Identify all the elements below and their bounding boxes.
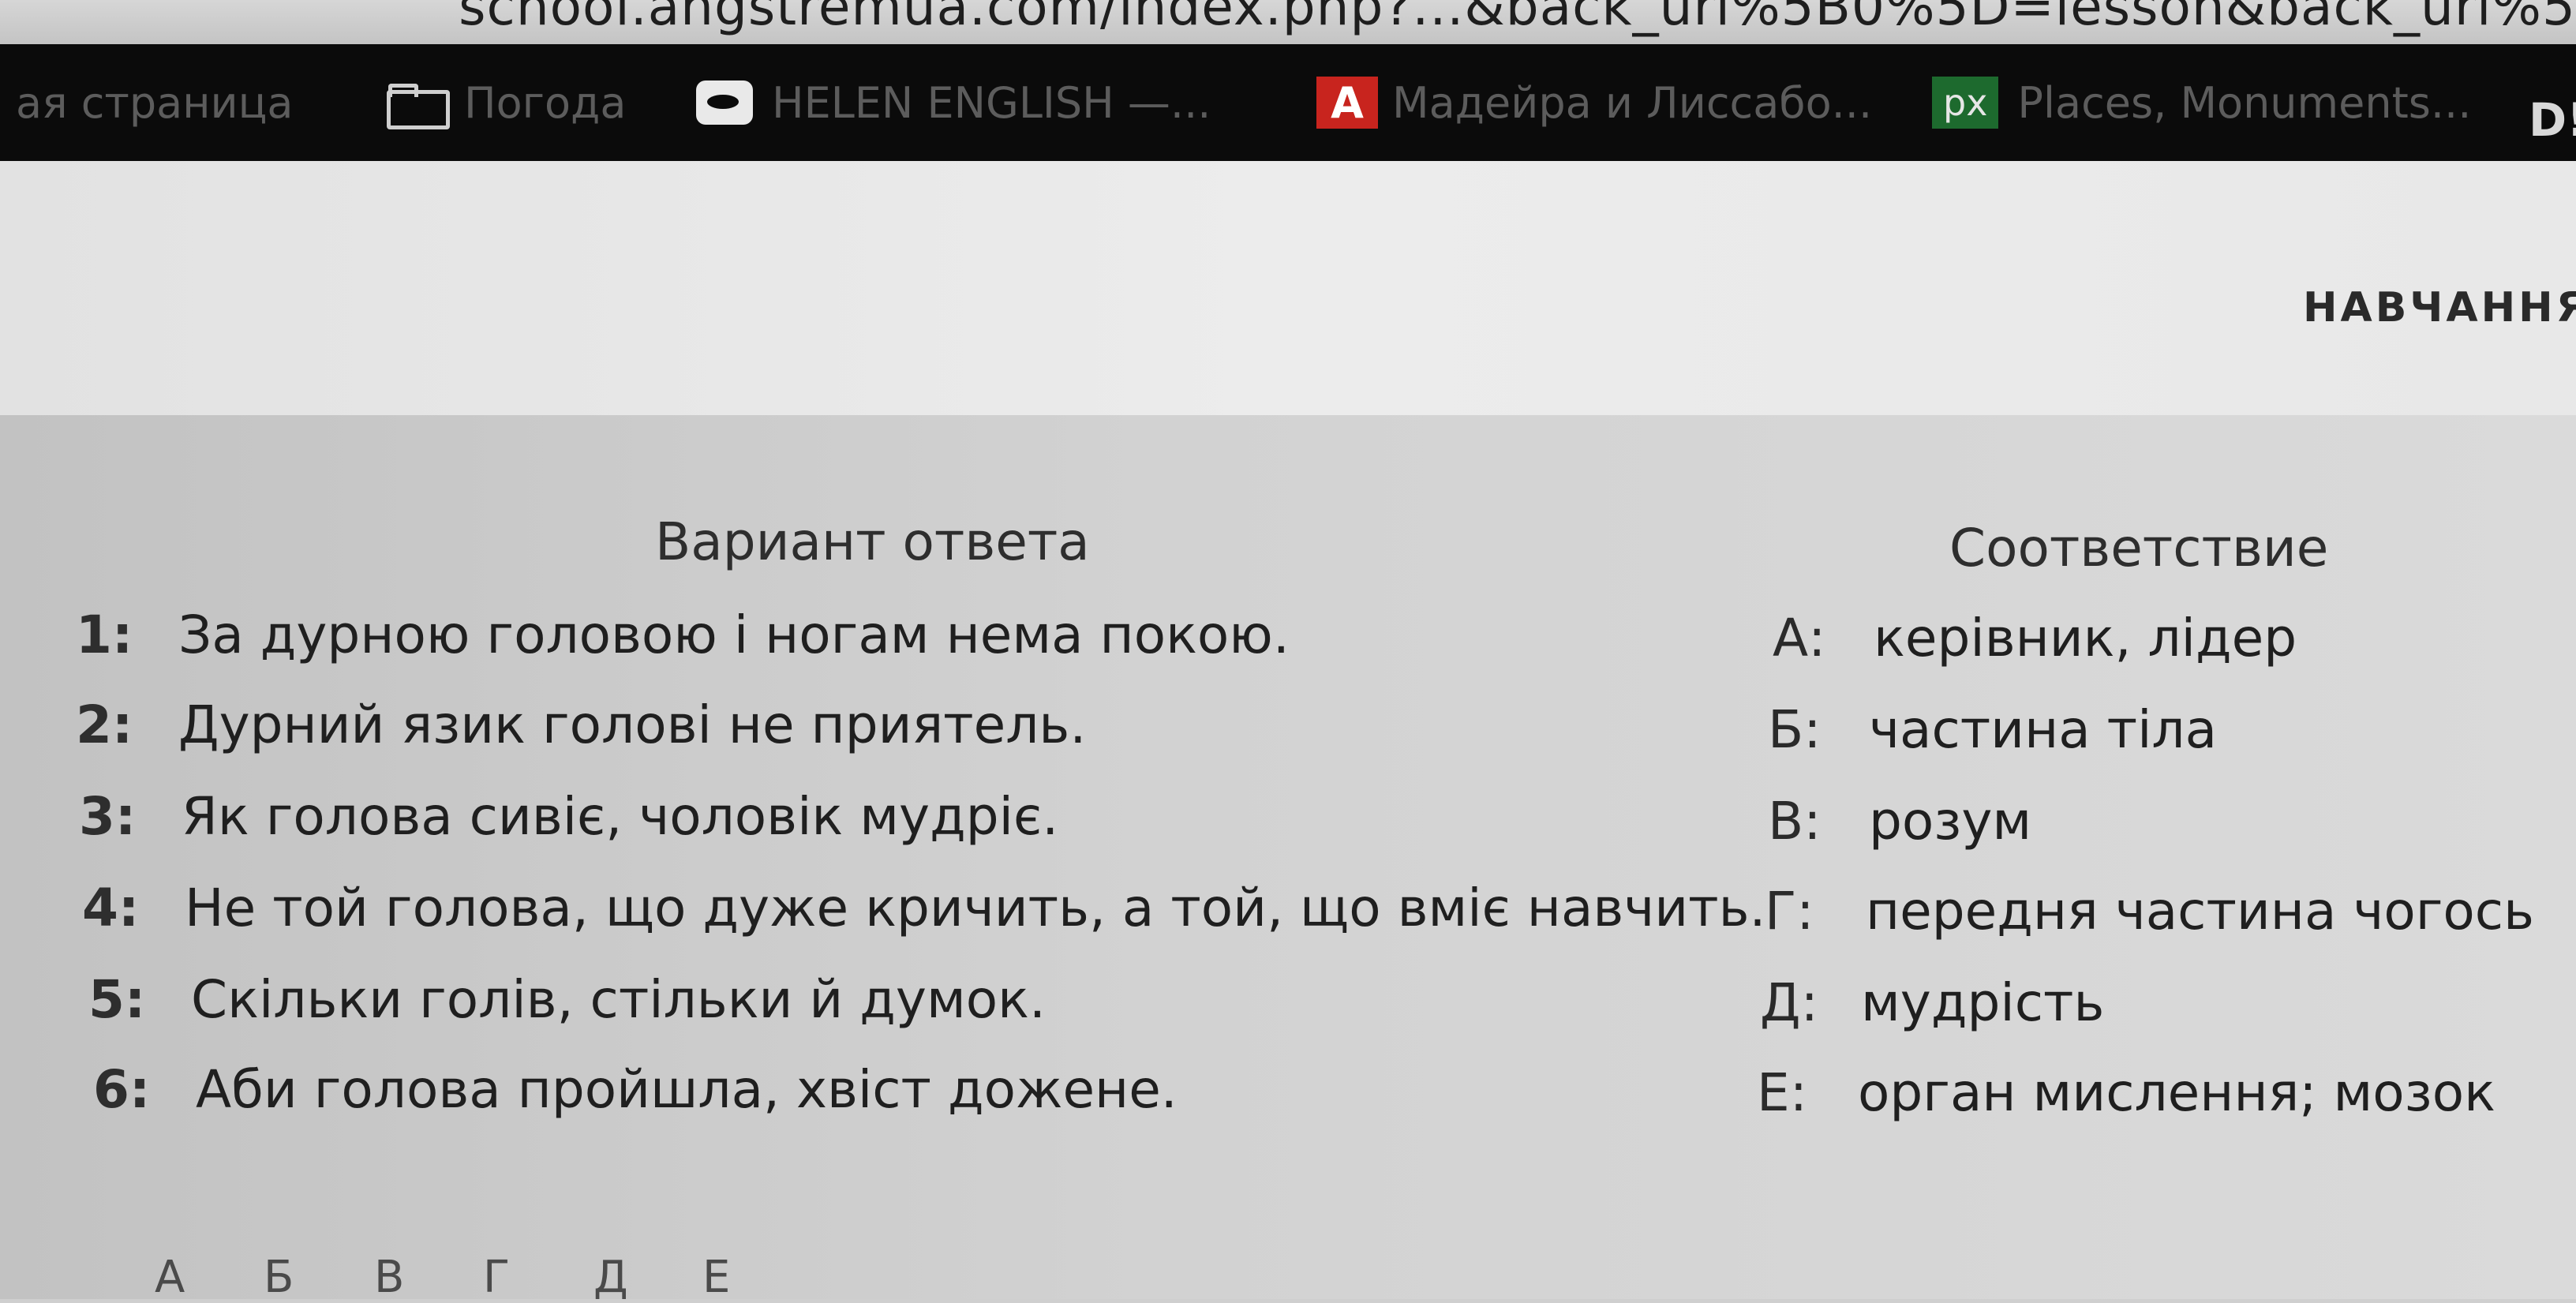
px-icon: px xyxy=(1932,77,1999,129)
bookmark-weather[interactable]: Погода xyxy=(387,77,627,129)
bookmark-label: ая страница xyxy=(16,77,294,128)
bookmark-start-page[interactable]: ая страница xyxy=(16,77,294,128)
column-header-answer-option: Вариант ответа xyxy=(655,511,1090,572)
bookmark-helen-english[interactable]: HELEN ENGLISH —... xyxy=(696,77,1211,128)
match-option-key: Д: xyxy=(1760,972,1818,1033)
match-option-row: В: розум xyxy=(1768,791,2031,852)
match-option-text: мудрість xyxy=(1861,972,2105,1033)
url-text: school.angstremua.com/index.php?...&back… xyxy=(459,0,2576,37)
question-number: 5: xyxy=(88,969,146,1030)
match-option-text: частина тіла xyxy=(1869,699,2218,760)
answer-grid-letter: Е xyxy=(702,1252,731,1303)
red-a-icon: A xyxy=(1316,77,1378,129)
question-row: 5: Скільки голів, стільки й думок. xyxy=(88,969,1046,1030)
match-option-key: В: xyxy=(1768,791,1822,852)
match-option-text: орган мислення; мозок xyxy=(1858,1062,2496,1123)
question-number: 3: xyxy=(79,786,137,847)
bookmark-label: HELEN ENGLISH —... xyxy=(772,77,1211,128)
eye-icon xyxy=(696,81,753,125)
question-text: Як голова сивіє, чоловік мудріє. xyxy=(182,786,1059,847)
question-number: 4: xyxy=(82,878,140,938)
column-header-match: Соответствие xyxy=(1949,518,2329,578)
site-header xyxy=(0,161,2576,415)
match-option-row: Г: передня частина чогось xyxy=(1765,881,2534,942)
question-text: За дурною головою і ногам нема покою. xyxy=(178,605,1290,665)
question-text: Дурний язик голові не приятель. xyxy=(178,695,1087,755)
match-option-key: А: xyxy=(1773,608,1826,668)
match-option-row: Д: мудрість xyxy=(1760,972,2104,1033)
question-number: 6: xyxy=(93,1059,151,1120)
question-row: 4: Не той голова, що дуже кричить, а той,… xyxy=(82,878,1766,938)
answer-grid-letter: Г xyxy=(483,1252,511,1303)
bookmark-label: Places, Monuments... xyxy=(2017,77,2472,128)
match-option-text: розум xyxy=(1869,791,2032,852)
bookmark-label: Погода xyxy=(464,77,627,128)
answer-grid-letter: Д xyxy=(593,1252,628,1303)
question-text: Скільки голів, стільки й думок. xyxy=(191,969,1046,1030)
answer-grid-letter: А xyxy=(155,1252,185,1303)
question-number: 1: xyxy=(76,605,133,665)
bookmark-madeira-lisbon[interactable]: A Мадейра и Лиссабо... xyxy=(1316,77,1873,129)
question-row: 2: Дурний язик голові не приятель. xyxy=(76,695,1086,755)
folder-icon xyxy=(387,82,450,129)
bookmark-places-monuments[interactable]: px Places, Monuments... xyxy=(1932,77,2472,129)
question-text: Не той голова, що дуже кричить, а той, щ… xyxy=(185,878,1766,938)
match-option-row: А: керівник, лідер xyxy=(1773,608,2297,668)
question-row: 6: Аби голова пройшла, хвіст дожене. xyxy=(93,1059,1178,1120)
question-row: 1: За дурною головою і ногам нема покою. xyxy=(76,605,1290,665)
question-row: 3: Як голова сивіє, чоловік мудріє. xyxy=(79,786,1058,847)
bookmark-label: Мадейра и Лиссабо... xyxy=(1392,77,1873,128)
answer-grid-letter: Б xyxy=(264,1252,294,1303)
match-option-text: керівник, лідер xyxy=(1874,608,2297,668)
question-number: 2: xyxy=(76,695,133,755)
nav-link-learning[interactable]: НАВЧАННЯ xyxy=(2303,284,2576,331)
question-text: Аби голова пройшла, хвіст дожене. xyxy=(196,1059,1178,1120)
address-bar[interactable]: school.angstremua.com/index.php?...&back… xyxy=(0,0,2576,44)
bookmarks-bar: ая страница Погода HELEN ENGLISH —... A … xyxy=(0,44,2576,161)
match-option-row: Б: частина тіла xyxy=(1768,699,2217,760)
match-option-key: Г: xyxy=(1765,881,1814,942)
bookmark-overflow-icon[interactable]: D! xyxy=(2529,93,2576,147)
answer-grid-letter: В xyxy=(374,1252,405,1303)
match-option-key: Б: xyxy=(1768,699,1822,760)
match-option-row: Е: орган мислення; мозок xyxy=(1757,1062,2496,1123)
match-option-text: передня частина чогось xyxy=(1866,881,2534,942)
match-option-key: Е: xyxy=(1757,1062,1807,1123)
